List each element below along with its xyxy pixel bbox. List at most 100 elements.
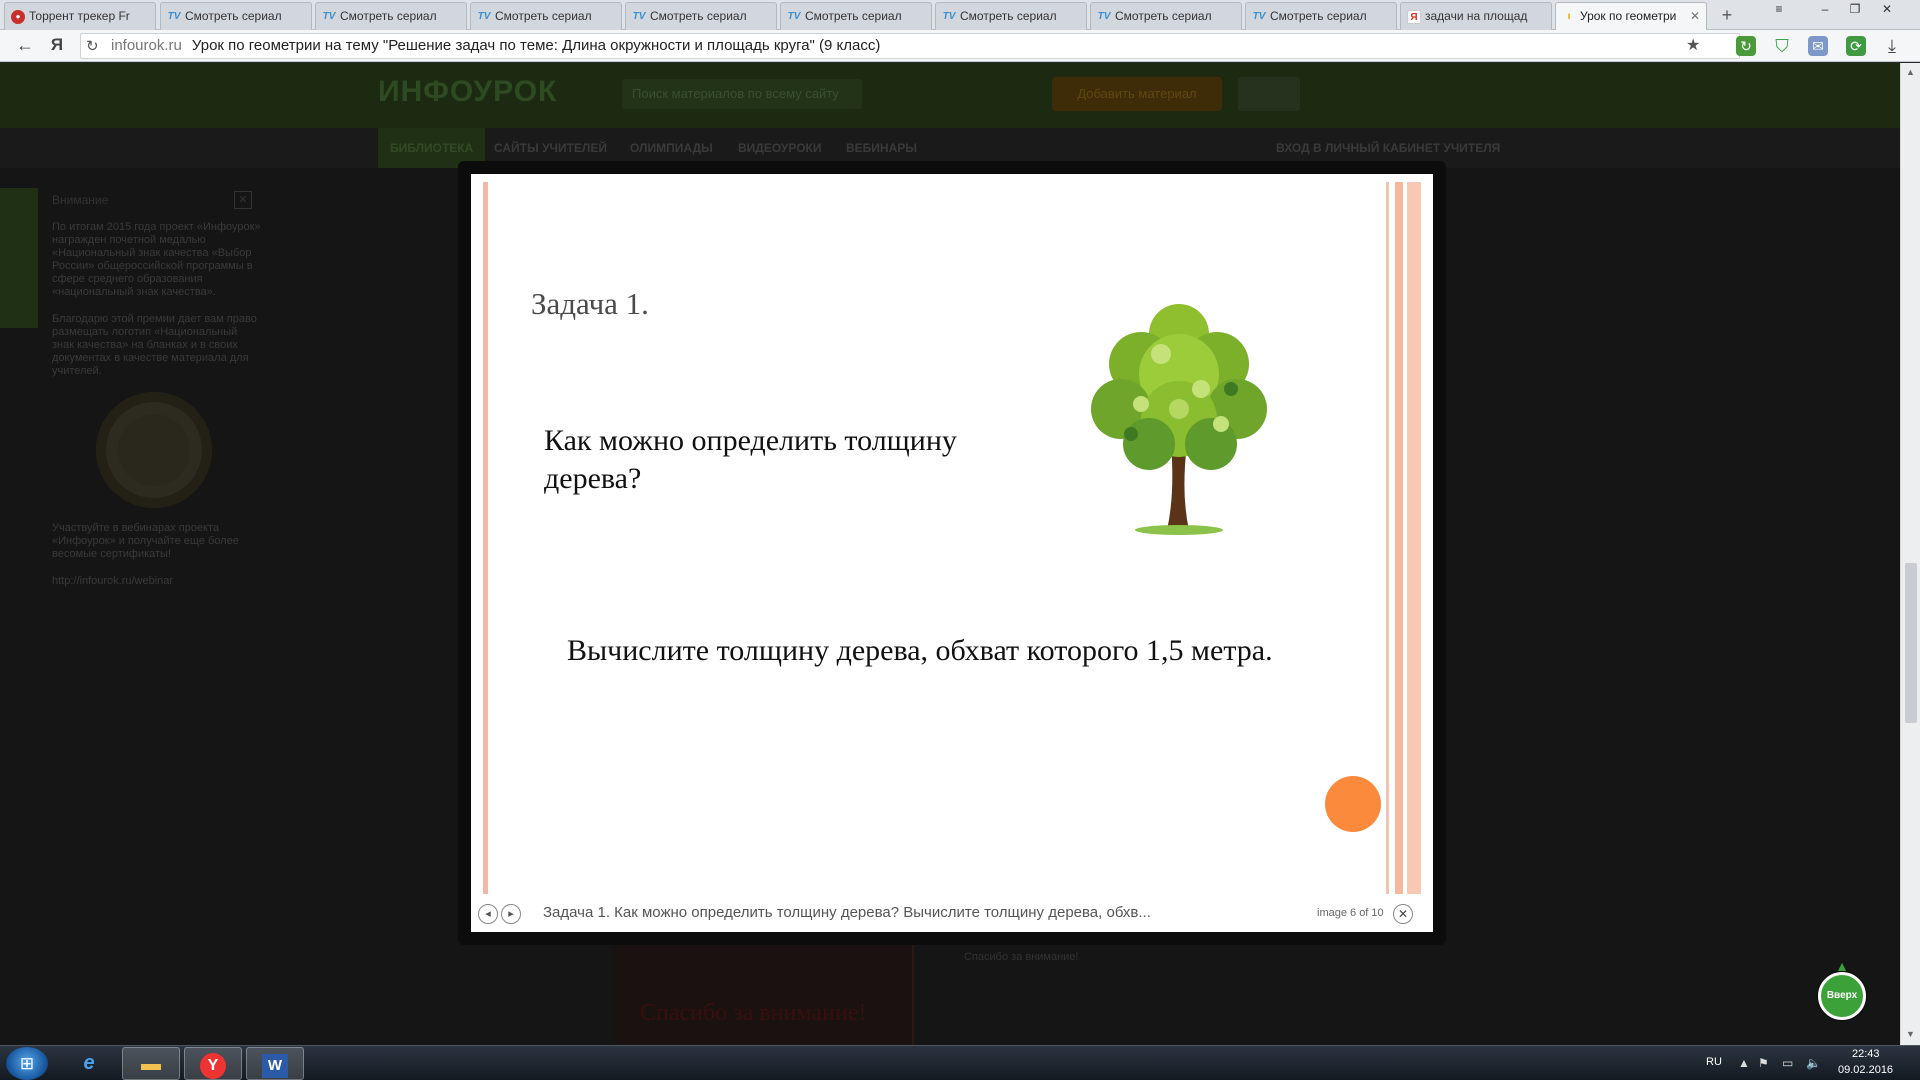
sidebar-heading: Внимание	[52, 193, 109, 207]
tab-label: Смотреть сериал	[650, 9, 747, 23]
image-counter: image 6 of 10	[1317, 907, 1384, 919]
slide-left-stripe	[483, 182, 488, 894]
sidebar-text-3: Участвуйте в вебинарах проекта «Инфоурок…	[52, 522, 239, 560]
tab-serial-5[interactable]: TV Смотреть сериал	[780, 2, 932, 30]
tab-yandex-search[interactable]: Я задачи на площад	[1400, 2, 1552, 30]
lightbox: Задача 1. Как можно определить толщину д…	[458, 161, 1446, 945]
flag-icon[interactable]: ⚑	[1758, 1056, 1769, 1070]
mail-icon[interactable]: ✉	[1808, 36, 1828, 56]
new-tab-button[interactable]: +	[1714, 4, 1740, 28]
tree-icon	[1091, 304, 1267, 535]
tab-label: Смотреть сериал	[960, 9, 1057, 23]
reload-icon[interactable]: ↻	[86, 37, 99, 55]
shield-icon[interactable]: ⛉	[1772, 36, 1792, 56]
url-field[interactable]: infourok.ru Урок по геометрии на тему "Ре…	[80, 33, 1740, 59]
tab-serial-1[interactable]: TV Смотреть сериал	[160, 2, 312, 30]
lightbox-close-icon[interactable]: ✕	[1393, 904, 1413, 924]
ie-icon[interactable]: e	[60, 1047, 118, 1080]
site-search-input[interactable]: Поиск материалов по всему сайту	[622, 79, 862, 109]
slide-right-stripe	[1407, 182, 1421, 894]
tv-icon: TV	[787, 11, 801, 22]
tv-icon: TV	[942, 11, 956, 22]
tv-icon: TV	[477, 11, 491, 22]
sidebar-close-icon[interactable]: ✕	[234, 191, 252, 209]
extension-refresh-icon[interactable]: ↻	[1736, 36, 1756, 56]
slide-title: Задача 1.	[531, 286, 649, 321]
scroll-thumb[interactable]	[1905, 563, 1917, 723]
header-secondary-button[interactable]	[1238, 77, 1300, 111]
windows-taskbar: ⊞ e ▬ Y W RU ▲ ⚑ ▭ 🔈 22:43 09.02.2016	[0, 1045, 1920, 1080]
sidebar-tab[interactable]	[0, 188, 38, 328]
thanks-small-text: Спасибо за внимание!	[964, 951, 1079, 963]
tv-icon: TV	[1097, 11, 1111, 22]
tray-expand-icon[interactable]: ▲	[1738, 1056, 1750, 1070]
address-bar: ← Я infourok.ru Урок по геометрии на тему…	[0, 30, 1920, 62]
slide-task: Вычислите толщину дерева, обхват которог…	[567, 634, 1273, 667]
tab-label: задачи на площад	[1425, 9, 1528, 23]
lightbox-footer: ◂ ▸ Задача 1. Как можно определить толщи…	[471, 894, 1433, 932]
thanks-big-text: Спасибо за внимание!	[640, 1000, 867, 1026]
tv-icon: TV	[1252, 11, 1266, 22]
tab-serial-4[interactable]: TV Смотреть сериал	[625, 2, 777, 30]
sidebar-notice: Внимание ✕ По итогам 2015 года проект «И…	[52, 191, 262, 587]
volume-icon[interactable]: 🔈	[1806, 1056, 1821, 1070]
bookmark-star-icon[interactable]: ★	[1686, 35, 1700, 55]
tab-serial-7[interactable]: TV Смотреть сериал	[1090, 2, 1242, 30]
back-icon[interactable]: ←	[12, 34, 38, 58]
yandex-browser-icon[interactable]: Y	[184, 1047, 242, 1080]
quality-emblem-icon	[96, 392, 212, 508]
scroll-up-icon[interactable]: ▲	[1906, 67, 1915, 77]
clock-time[interactable]: 22:43	[1852, 1048, 1880, 1060]
maximize-icon[interactable]: ❐	[1840, 0, 1870, 20]
language-indicator[interactable]: RU	[1706, 1056, 1722, 1068]
tab-label: Смотреть сериал	[1115, 9, 1212, 23]
yandex-icon: Я	[1407, 10, 1421, 24]
orange-circle-decoration	[1325, 776, 1381, 832]
sidebar-text-1: По итогам 2015 года проект «Инфоурок» на…	[52, 221, 261, 298]
minimize-icon[interactable]: –	[1810, 0, 1840, 20]
webinar-link[interactable]: http://infourok.ru/webinar	[52, 575, 262, 587]
document-preview	[614, 943, 914, 1045]
site-logo[interactable]: ИНФОУРОК	[378, 75, 557, 109]
infourok-icon: ı	[1567, 11, 1571, 22]
tab-infourok[interactable]: ı Урок по геометри ✕	[1555, 2, 1707, 30]
tv-icon: TV	[632, 11, 646, 22]
lightbox-content: Задача 1. Как можно определить толщину д…	[471, 174, 1433, 932]
network-icon[interactable]: ▭	[1782, 1056, 1793, 1070]
site-header: ИНФОУРОК Поиск материалов по всему сайту…	[0, 63, 1900, 128]
page-title-in-url: Урок по геометрии на тему "Решение задач…	[191, 37, 881, 54]
close-window-icon[interactable]: ✕	[1872, 0, 1902, 20]
tab-serial-3[interactable]: TV Смотреть сериал	[470, 2, 622, 30]
download-icon[interactable]: ⤓	[1882, 36, 1902, 56]
tab-serial-2[interactable]: TV Смотреть сериал	[315, 2, 467, 30]
tab-torrent[interactable]: ● Торрент трекер Fr	[4, 2, 156, 30]
add-material-button[interactable]: Добавить материал	[1052, 77, 1222, 111]
scroll-top-button[interactable]: Вверх	[1818, 972, 1866, 1020]
slide-image: Задача 1. Как можно определить толщину д…	[471, 174, 1433, 894]
tab-label: Смотреть сериал	[805, 9, 902, 23]
prev-image-icon[interactable]: ◂	[478, 904, 498, 924]
tab-label: Урок по геометри	[1580, 9, 1677, 23]
sidebar-text-2: Благодарю этой премии дает вам право раз…	[52, 313, 257, 377]
menu-icon[interactable]: ≡	[1764, 0, 1794, 20]
start-button[interactable]: ⊞	[6, 1047, 48, 1080]
tab-label: Смотреть сериал	[340, 9, 437, 23]
sync-icon[interactable]: ⟳	[1846, 36, 1866, 56]
explorer-icon[interactable]: ▬	[122, 1047, 180, 1080]
word-icon[interactable]: W	[246, 1047, 304, 1080]
page-scrollbar[interactable]: ▲ ▼	[1900, 63, 1920, 1045]
tv-icon: TV	[322, 11, 336, 22]
url-domain: infourok.ru	[111, 37, 182, 54]
tab-serial-6[interactable]: TV Смотреть сериал	[935, 2, 1087, 30]
tab-bar: ● Торрент трекер Fr TV Смотреть сериал T…	[0, 0, 1920, 30]
clock-date[interactable]: 09.02.2016	[1838, 1064, 1893, 1076]
tab-close-icon[interactable]: ✕	[1690, 3, 1700, 30]
tab-serial-8[interactable]: TV Смотреть сериал	[1245, 2, 1397, 30]
next-image-icon[interactable]: ▸	[501, 904, 521, 924]
yandex-logo-icon[interactable]: Я	[44, 34, 70, 58]
lightbox-caption: Задача 1. Как можно определить толщину д…	[543, 904, 1151, 921]
scroll-down-icon[interactable]: ▼	[1906, 1029, 1915, 1039]
tab-label: Смотреть сериал	[1270, 9, 1367, 23]
torrent-icon: ●	[11, 10, 25, 24]
tab-label: Смотреть сериал	[495, 9, 592, 23]
